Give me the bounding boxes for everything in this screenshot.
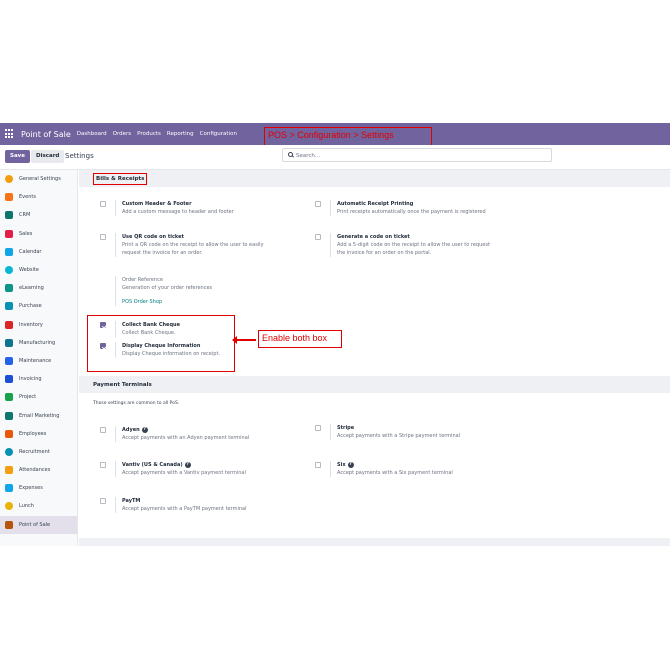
employees-icon (5, 429, 13, 438)
search-input[interactable]: Search... (282, 148, 552, 162)
payment-note: Those settings are common to all PoS. (93, 401, 180, 406)
inventory-icon (5, 320, 13, 329)
qr-code-checkbox[interactable] (100, 234, 106, 240)
custom-header-checkbox[interactable] (100, 201, 106, 207)
app-brand[interactable]: Point of Sale (21, 130, 71, 139)
sidebar-item-events[interactable]: Events (0, 188, 77, 206)
annotation-navigation-path: POS > Configuration > Settings (264, 127, 432, 147)
control-panel: Save Discard Settings Search... (0, 145, 670, 170)
adyen-help-icon[interactable]: ? (141, 426, 148, 433)
annotation-highlight-box (87, 315, 235, 372)
calendar-icon (5, 247, 13, 256)
purchase-icon (5, 302, 13, 311)
crm-icon (5, 211, 13, 220)
top-navbar: Point of Sale Dashboard Orders Products … (0, 123, 670, 147)
adyen-checkbox[interactable] (100, 427, 106, 433)
search-placeholder: Search... (296, 153, 321, 159)
attendances-icon (5, 466, 13, 475)
page-title: Settings (65, 152, 94, 160)
sidebar-item-crm[interactable]: CRM (0, 206, 77, 224)
vantiv-help-icon[interactable]: ? (184, 461, 191, 468)
setting-custom-header: Custom Header & Footer Add a custom messa… (100, 200, 234, 216)
sidebar-item-expenses[interactable]: Expenses (0, 479, 77, 497)
sidebar-item-purchase[interactable]: Purchase (0, 297, 77, 315)
sidebar-item-manufacturing[interactable]: Manufacturing (0, 334, 77, 352)
app-window: Point of Sale Dashboard Orders Products … (0, 123, 670, 546)
apps-grid-icon[interactable] (5, 129, 15, 139)
sidebar-item-inventory[interactable]: Inventory (0, 316, 77, 334)
sidebar-item-sales[interactable]: Sales (0, 225, 77, 243)
website-icon (5, 266, 13, 275)
six-help-icon[interactable]: ? (347, 461, 354, 468)
setting-auto-print: Automatic Receipt Printing Print receipts… (315, 200, 486, 216)
discard-button[interactable]: Discard (31, 150, 65, 163)
sidebar-item-elearning[interactable]: eLearning (0, 279, 77, 297)
settings-sidebar: General Settings Events CRM Sales Calend… (0, 170, 78, 546)
sidebar-item-invoicing[interactable]: Invoicing (0, 370, 77, 388)
next-section-header (79, 538, 670, 546)
invoicing-icon (5, 375, 13, 384)
sidebar-item-maintenance[interactable]: Maintenance (0, 352, 77, 370)
setting-six: Six? Accept payments with a Six payment t… (315, 461, 453, 477)
sidebar-item-recruitment[interactable]: Recruitment (0, 443, 77, 461)
menu-configuration[interactable]: Configuration (200, 131, 237, 137)
events-icon (5, 193, 13, 202)
vantiv-checkbox[interactable] (100, 462, 106, 468)
section-title-payment: Payment Terminals (93, 381, 152, 388)
email-marketing-icon (5, 411, 13, 420)
maintenance-icon (5, 356, 13, 365)
six-checkbox[interactable] (315, 462, 321, 468)
lunch-icon (5, 502, 13, 511)
section-payment-terminals: Payment Terminals (79, 376, 670, 393)
menu-dashboard[interactable]: Dashboard (77, 131, 107, 137)
point-of-sale-icon (5, 520, 13, 529)
recruitment-icon (5, 447, 13, 456)
section-title-bills: Bills & Receipts (93, 172, 148, 185)
save-button[interactable]: Save (5, 150, 30, 163)
search-icon (288, 152, 293, 157)
expenses-icon (5, 484, 13, 493)
setting-stripe: Stripe Accept payments with a Stripe paym… (315, 424, 460, 440)
sidebar-item-website[interactable]: Website (0, 261, 77, 279)
auto-print-checkbox[interactable] (315, 201, 321, 207)
menu-reporting[interactable]: Reporting (167, 131, 194, 137)
menu-orders[interactable]: Orders (113, 131, 132, 137)
setting-qr-code: Use QR code on ticket Print a QR code on … (100, 233, 264, 257)
manufacturing-icon (5, 338, 13, 347)
setting-order-reference: Order Reference Generation of your order … (100, 276, 212, 306)
annotation-enable-label: Enable both box (258, 330, 342, 348)
elearning-icon (5, 284, 13, 293)
sidebar-item-lunch[interactable]: Lunch (0, 497, 77, 515)
setting-vantiv: Vantiv (US & Canada)? Accept payments wit… (100, 461, 246, 477)
sidebar-item-project[interactable]: Project (0, 388, 77, 406)
setting-adyen: Adyen? Accept payments with an Adyen paym… (100, 426, 249, 442)
paytm-checkbox[interactable] (100, 498, 106, 504)
stripe-checkbox[interactable] (315, 425, 321, 431)
project-icon (5, 393, 13, 402)
menu-products[interactable]: Products (137, 131, 161, 137)
setting-generate-code: Generate a code on ticket Add a 5-digit c… (315, 233, 490, 257)
sidebar-item-general-settings[interactable]: General Settings (0, 170, 77, 188)
generate-code-checkbox[interactable] (315, 234, 321, 240)
sales-icon (5, 229, 13, 238)
sidebar-item-attendances[interactable]: Attendances (0, 461, 77, 479)
general-settings-icon (5, 175, 13, 184)
sidebar-item-calendar[interactable]: Calendar (0, 243, 77, 261)
sidebar-item-point-of-sale[interactable]: Point of Sale (0, 515, 77, 534)
order-reference-link[interactable]: POS Order Shop (122, 298, 212, 306)
section-bills-receipts: Bills & Receipts (79, 170, 670, 187)
annotation-arrow-icon (232, 336, 256, 344)
setting-paytm: PayTM Accept payments with a PayTM paymen… (100, 497, 246, 513)
sidebar-item-email-marketing[interactable]: Email Marketing (0, 406, 77, 424)
sidebar-item-employees[interactable]: Employees (0, 425, 77, 443)
